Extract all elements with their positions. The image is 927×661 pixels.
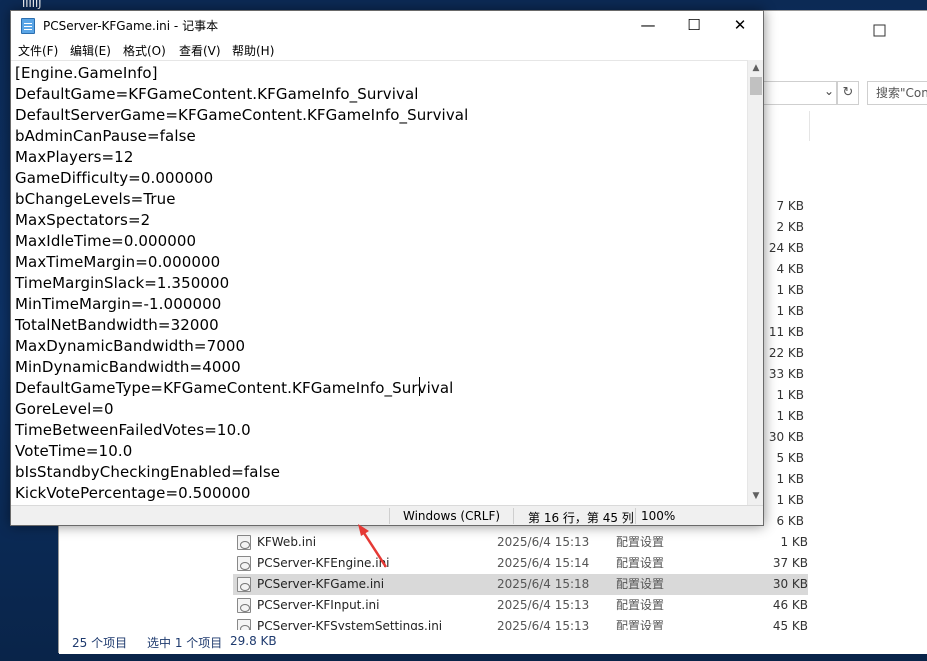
file-row[interactable]: PCServer-KFInput.ini 2025/6/4 15:13 配置设置 46… [233, 595, 808, 616]
text-line: VoteTime=10.0 [15, 442, 133, 460]
menu-item[interactable]: 格式(O) [123, 42, 166, 59]
text-line: TimeBetweenFailedVotes=10.0 [15, 421, 251, 439]
menu-item[interactable]: 帮助(H) [232, 42, 274, 59]
text-line: [Engine.GameInfo] [15, 64, 158, 82]
text-line: GameDifficulty=0.000000 [15, 169, 214, 187]
file-size-cell: 4 KB [776, 262, 804, 276]
menu-item[interactable]: 文件(F) [18, 42, 58, 59]
zoom-status: 100% [641, 509, 676, 523]
file-row[interactable]: KFWeb.ini 2025/6/4 15:13 配置设置 1 KB [233, 532, 808, 553]
file-type: 配置设置 [616, 556, 665, 570]
text-line: MaxTimeMargin=0.000000 [15, 253, 221, 271]
file-date: 2025/6/4 15:14 [497, 556, 590, 570]
file-size: 1 KB [780, 535, 808, 549]
text-line: KickVotePercentage=0.500000 [15, 484, 251, 502]
file-name: PCServer-KFInput.ini [257, 598, 380, 612]
file-size-cell: 22 KB [768, 346, 804, 360]
file-size-cell: 1 KB [776, 493, 804, 507]
file-date: 2025/6/4 15:18 [497, 577, 590, 591]
address-bar[interactable]: ⌄ [759, 81, 837, 105]
annotation-arrow-icon [358, 524, 388, 568]
text-line: TotalNetBandwidth=32000 [15, 316, 219, 334]
close-button[interactable]: ✕ [717, 11, 763, 40]
selected-count: 选中 1 个项目 [147, 636, 223, 650]
refresh-icon[interactable]: ↻ [837, 81, 859, 105]
file-row[interactable]: PCServer-KFGame.ini 2025/6/4 15:18 配置设置 30 … [233, 574, 808, 595]
text-line: MaxIdleTime=0.000000 [15, 232, 197, 250]
file-size-cell: 1 KB [776, 472, 804, 486]
ini-file-icon [237, 577, 251, 592]
column-divider [809, 111, 810, 141]
scroll-down-icon[interactable]: ▼ [748, 488, 764, 505]
text-line: bIsStandbyCheckingEnabled=false [15, 463, 281, 481]
file-type: 配置设置 [616, 598, 665, 612]
file-size-cell: 2 KB [776, 220, 804, 234]
ini-file-icon [237, 556, 251, 571]
text-line: TimeMarginSlack=1.350000 [15, 274, 230, 292]
menu-item[interactable]: 查看(V) [179, 42, 221, 59]
file-size: 46 KB [772, 598, 808, 612]
file-size-cell: 11 KB [768, 325, 804, 339]
explorer-status-bar: 25 个项目 选中 1 个项目 29.8 KB [59, 630, 927, 654]
file-name: PCServer-KFGame.ini [257, 577, 385, 591]
cursor-position-status: 第 16 行，第 45 列 [528, 511, 634, 525]
vertical-scrollbar[interactable]: ▲ ▼ [747, 60, 763, 505]
file-size-cell: 1 KB [776, 283, 804, 297]
ini-file-icon [237, 535, 251, 550]
file-size-cell: 33 KB [768, 367, 804, 381]
line-ending-status: Windows (CRLF) [403, 509, 501, 523]
file-size-cell: 1 KB [776, 304, 804, 318]
status-divider [635, 508, 636, 524]
size-column: 7 KB 2 KB 24 KB 4 KB 1 KB 1 KB 11 KB 22 KB 33 KB… [759, 196, 804, 532]
scroll-up-icon[interactable]: ▲ [748, 60, 764, 77]
maximize-icon[interactable] [869, 21, 891, 41]
file-type: 配置设置 [616, 577, 665, 591]
file-list: KFWeb.ini 2025/6/4 15:13 配置设置 1 KB PCServer-… [233, 532, 808, 637]
scroll-thumb[interactable] [750, 77, 762, 95]
text-line: MaxPlayers=12 [15, 148, 134, 166]
file-size: 30 KB [772, 577, 808, 591]
file-type: 配置设置 [616, 535, 665, 549]
text-editor[interactable]: [Engine.GameInfo] DefaultGame=KFGameConte… [11, 60, 747, 505]
menu-bar: 文件(F) 编辑(E) 格式(O) 查看(V) 帮助(H) [11, 40, 763, 60]
notepad-icon [21, 18, 35, 34]
menu-item[interactable]: 编辑(E) [70, 42, 111, 59]
file-size-cell: 5 KB [776, 451, 804, 465]
text-line: DefaultGame=KFGameContent.KFGameInfo_Sur… [15, 85, 419, 103]
search-input[interactable]: 搜索"Con [867, 81, 927, 105]
item-count: 25 个项目 [72, 636, 128, 650]
file-date: 2025/6/4 15:13 [497, 535, 590, 549]
text-line: GoreLevel=0 [15, 400, 114, 418]
minimize-button[interactable]: — [625, 11, 671, 40]
file-size-cell: 7 KB [776, 199, 804, 213]
text-line: DefaultServerGame=KFGameContent.KFGameIn… [15, 106, 469, 124]
desktop-label: IIIIIJ [22, 0, 42, 10]
file-size-cell: 24 KB [768, 241, 804, 255]
text-line: MinTimeMargin=-1.000000 [15, 295, 222, 313]
notepad-window: PCServer-KFGame.ini - 记事本 — ☐ ✕ 文件(F) 编辑(… [10, 10, 764, 526]
chevron-down-icon[interactable]: ⌄ [824, 84, 834, 98]
file-size-cell: 1 KB [776, 409, 804, 423]
file-size: 37 KB [772, 556, 808, 570]
text-line: DefaultGameType=KFGameContent.KFGameInfo… [15, 379, 454, 397]
notepad-titlebar[interactable]: PCServer-KFGame.ini - 记事本 — ☐ ✕ [11, 11, 763, 40]
text-line: bAdminCanPause=false [15, 127, 196, 145]
file-row[interactable]: PCServer-KFEngine.ini 2025/6/4 15:14 配置设置 3… [233, 553, 808, 574]
file-size-cell: 6 KB [776, 514, 804, 528]
text-line: bChangeLevels=True [15, 190, 176, 208]
file-name: KFWeb.ini [257, 535, 317, 549]
file-date: 2025/6/4 15:13 [497, 598, 590, 612]
maximize-button[interactable]: ☐ [671, 11, 717, 40]
file-size-cell: 1 KB [776, 388, 804, 402]
text-line: MaxSpectators=2 [15, 211, 151, 229]
selected-size: 29.8 KB [230, 634, 277, 648]
text-line: MinDynamicBandwidth=4000 [15, 358, 241, 376]
window-title: PCServer-KFGame.ini - 记事本 [43, 19, 219, 33]
text-line: MaxDynamicBandwidth=7000 [15, 337, 246, 355]
status-divider [513, 508, 514, 524]
file-size-cell: 30 KB [768, 430, 804, 444]
ini-file-icon [237, 598, 251, 613]
